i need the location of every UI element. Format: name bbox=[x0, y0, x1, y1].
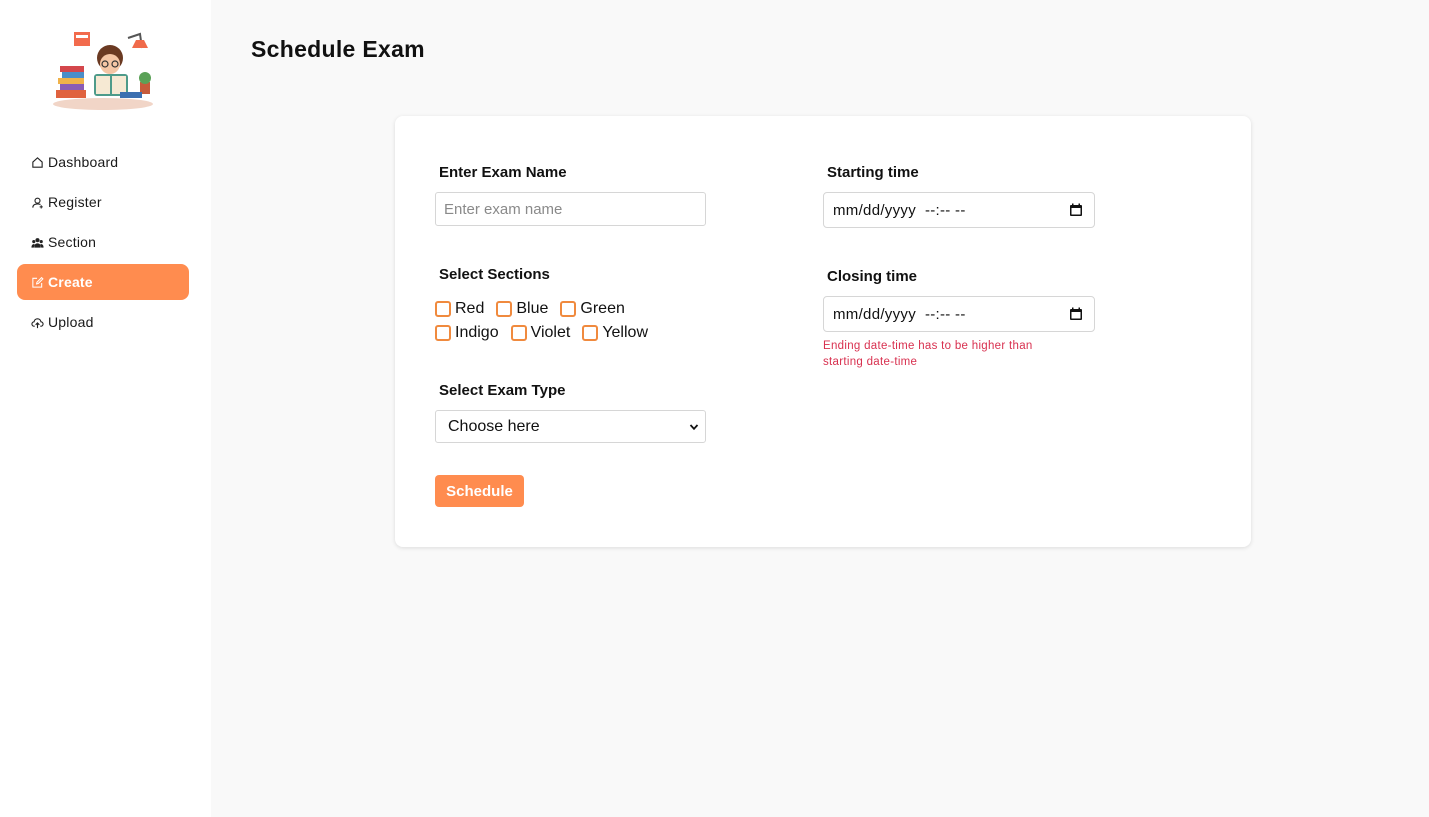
sidebar-item-upload[interactable]: Upload bbox=[17, 304, 189, 340]
checkbox[interactable] bbox=[560, 301, 577, 317]
section-checkbox-blue[interactable]: Blue bbox=[496, 300, 548, 318]
checkbox-label: Green bbox=[580, 300, 625, 317]
schedule-button[interactable]: Schedule bbox=[435, 475, 524, 507]
section-checkbox-indigo[interactable]: Indigo bbox=[435, 324, 499, 342]
checkbox-label: Blue bbox=[516, 300, 549, 317]
closing-time-input[interactable]: mm/dd/yyyy --:-- -- bbox=[823, 296, 1095, 332]
section-checkbox-violet[interactable]: Violet bbox=[510, 324, 571, 342]
checkbox[interactable] bbox=[435, 301, 451, 317]
sidebar-item-label: Create bbox=[48, 274, 93, 290]
exam-type-label: Select Exam Type bbox=[439, 382, 566, 399]
cloud-upload-icon bbox=[30, 315, 44, 329]
starting-time-label: Starting time bbox=[827, 164, 919, 181]
sidebar-nav: Dashboard Register Section Create Upload bbox=[17, 144, 189, 344]
home-icon bbox=[30, 155, 44, 169]
exam-name-input[interactable] bbox=[435, 192, 706, 226]
checkbox[interactable] bbox=[435, 325, 451, 341]
sidebar: Dashboard Register Section Create Upload bbox=[0, 0, 211, 817]
schedule-exam-form: Enter Exam Name Select Sections Red Blue bbox=[395, 116, 1251, 547]
closing-time-label: Closing time bbox=[827, 268, 918, 285]
main-content: Schedule Exam Enter Exam Name Select Sec… bbox=[211, 0, 1429, 817]
datetime-value: mm/dd/yyyy --:-- -- bbox=[833, 201, 966, 219]
edit-icon bbox=[30, 275, 44, 289]
sidebar-item-label: Dashboard bbox=[48, 154, 119, 170]
checkbox-label: Indigo bbox=[455, 324, 499, 341]
sidebar-item-label: Section bbox=[48, 234, 97, 250]
checkbox-label: Red bbox=[455, 300, 485, 317]
sidebar-item-section[interactable]: Section bbox=[17, 224, 189, 260]
section-checkbox-red[interactable]: Red bbox=[435, 300, 484, 318]
checkbox[interactable] bbox=[510, 325, 527, 341]
sidebar-item-label: Register bbox=[48, 194, 102, 210]
closing-time-error: Ending date-time has to be higher than s… bbox=[823, 340, 1033, 368]
exam-name-label: Enter Exam Name bbox=[439, 164, 567, 181]
select-value: Choose here bbox=[448, 417, 540, 435]
section-checkbox-yellow[interactable]: Yellow bbox=[582, 324, 648, 342]
sidebar-item-create[interactable]: Create bbox=[17, 264, 189, 300]
checkbox[interactable] bbox=[496, 301, 513, 317]
exam-type-select[interactable]: Choose here bbox=[435, 410, 706, 443]
team-icon bbox=[30, 235, 44, 249]
checkbox-label: Yellow bbox=[602, 324, 648, 341]
page-title: Schedule Exam bbox=[251, 36, 425, 62]
checkbox[interactable] bbox=[582, 325, 599, 341]
sidebar-item-dashboard[interactable]: Dashboard bbox=[17, 144, 189, 180]
datetime-value: mm/dd/yyyy --:-- -- bbox=[833, 305, 966, 323]
chevron-down-icon bbox=[689, 424, 699, 431]
sections-label: Select Sections bbox=[439, 266, 550, 283]
sidebar-item-label: Upload bbox=[48, 314, 94, 330]
logo bbox=[48, 28, 158, 112]
section-checkbox-green[interactable]: Green bbox=[560, 300, 625, 318]
checkbox-label: Violet bbox=[530, 324, 571, 341]
calendar-icon[interactable] bbox=[1069, 307, 1083, 321]
sections-checkbox-group: Red Blue Green Indigo Violet Yellow bbox=[435, 297, 695, 345]
starting-time-input[interactable]: mm/dd/yyyy --:-- -- bbox=[823, 192, 1095, 228]
calendar-icon[interactable] bbox=[1069, 203, 1083, 217]
app: Dashboard Register Section Create Upload… bbox=[0, 0, 1429, 817]
user-add-icon bbox=[30, 195, 44, 209]
sidebar-item-register[interactable]: Register bbox=[17, 184, 189, 220]
